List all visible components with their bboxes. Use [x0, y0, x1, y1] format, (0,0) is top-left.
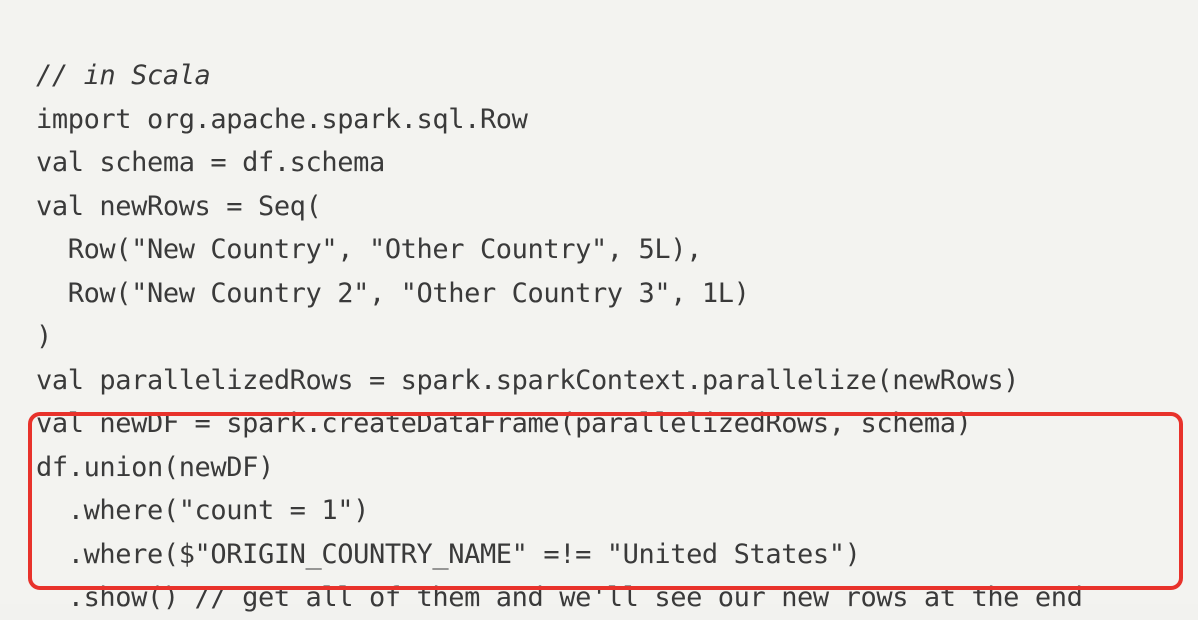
highlight-box: [28, 412, 1183, 590]
document-page: // in Scala import org.apache.spark.sql.…: [0, 0, 1198, 613]
code-line-comment: // in Scala: [36, 60, 211, 91]
code-line-import: import org.apache.spark.sql.Row: [36, 103, 528, 135]
code-line-schema: val schema = df.schema: [36, 147, 385, 178]
code-line-row-1: Row("New Country", "Other Country", 5L),: [36, 234, 703, 265]
code-line-parallelized-rows: val parallelizedRows = spark.sparkContex…: [36, 364, 1020, 396]
code-line-row-2: Row("New Country 2", "Other Country 3", …: [36, 277, 750, 309]
code-line-newrows-start: val newRows = Seq(: [36, 190, 322, 222]
code-line-newrows-end: ): [36, 321, 52, 352]
